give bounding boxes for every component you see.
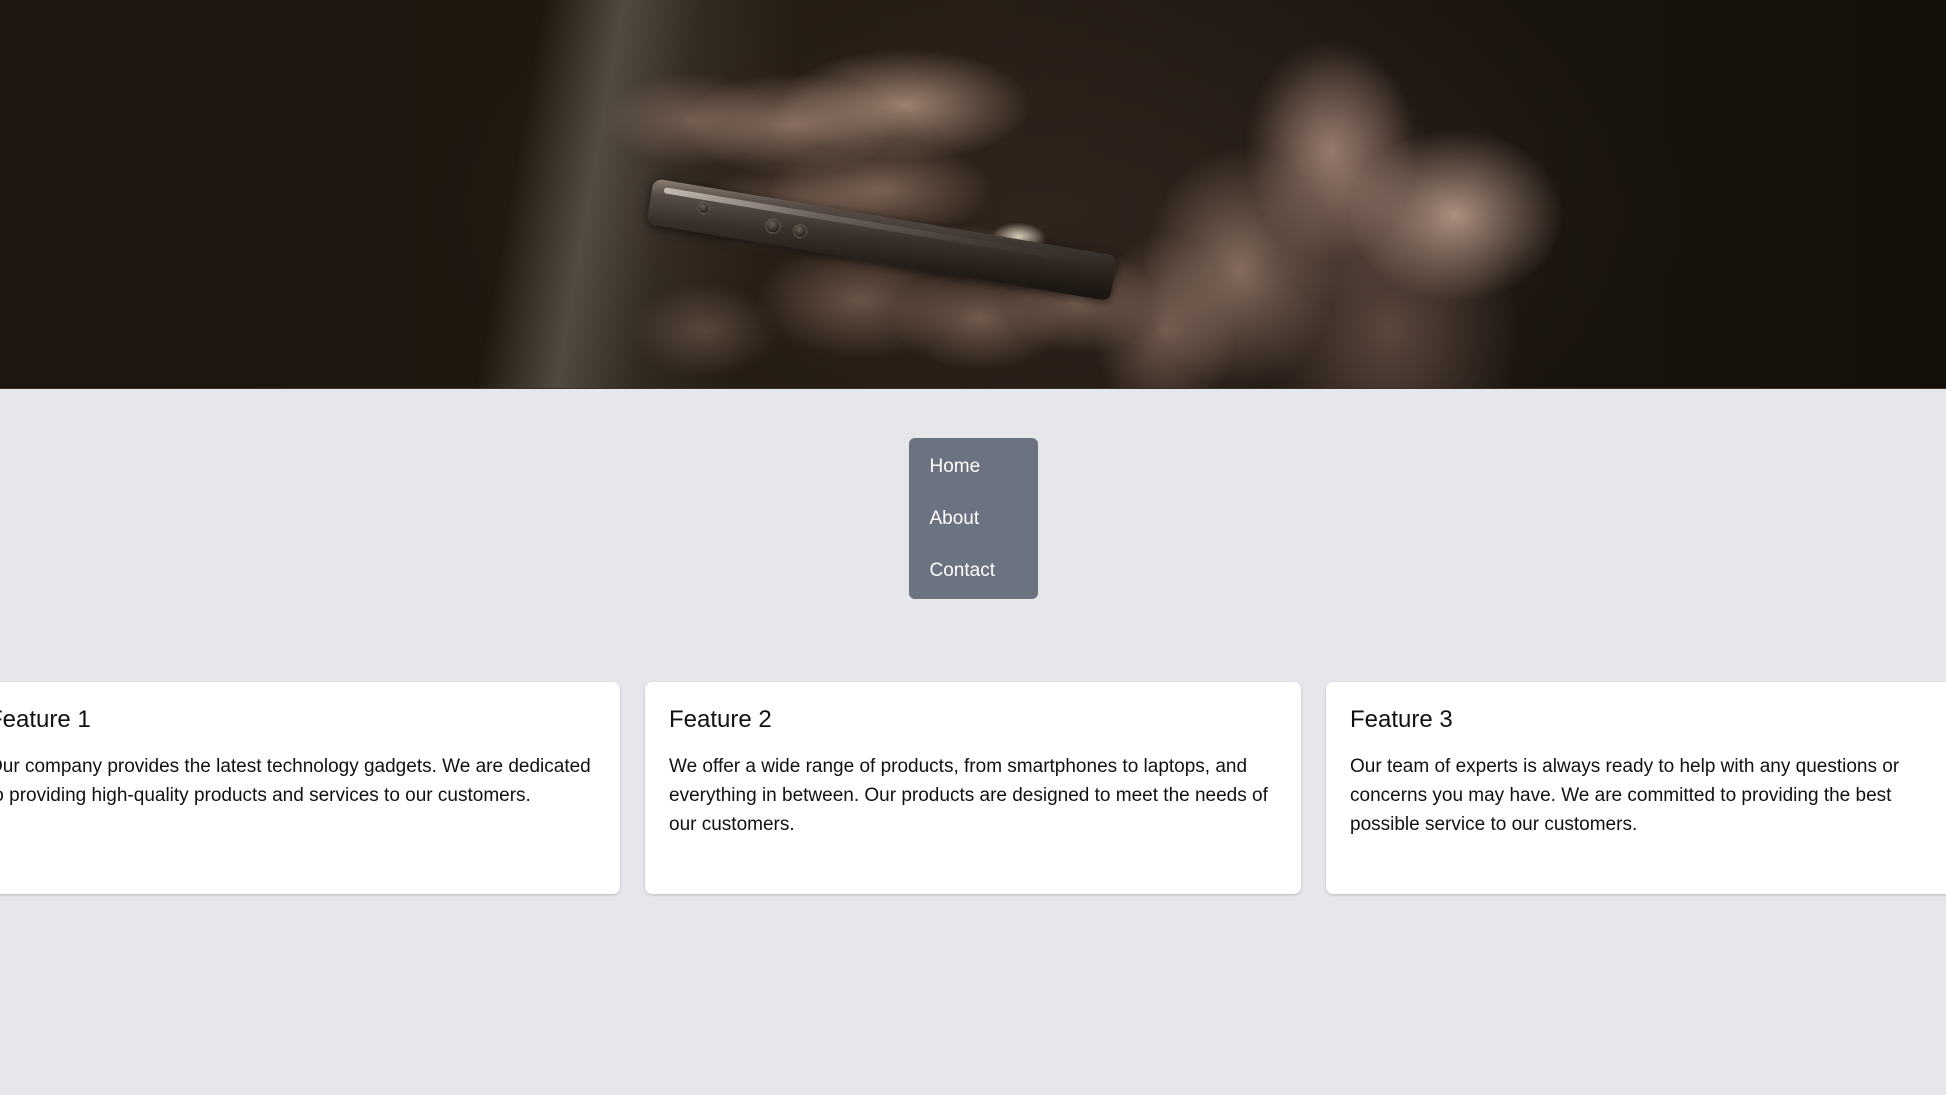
feature-card-body: We offer a wide range of products, from … xyxy=(669,755,1268,835)
phone-mic-port xyxy=(792,223,809,240)
feature-card-title: Feature 1 xyxy=(0,706,91,733)
feature-card[interactable]: Feature 1 Our company provides the lates… xyxy=(0,682,620,894)
feature-card-title: Feature 2 xyxy=(669,706,772,733)
nav-item-home[interactable]: Home xyxy=(930,457,1018,476)
phone-camera-port xyxy=(696,201,711,215)
features-grid: Feature 1 Our company provides the lates… xyxy=(0,682,1946,894)
feature-card[interactable]: Feature 2 We offer a wide range of produ… xyxy=(645,682,1301,894)
feature-card-body: Our team of experts is always ready to h… xyxy=(1350,755,1900,835)
navigation-section: Home About Contact xyxy=(0,389,1946,599)
feature-card-title: Feature 3 xyxy=(1350,706,1453,733)
feature-card-body: Our company provides the latest technolo… xyxy=(0,755,591,806)
feature-card[interactable]: Feature 3 Our team of experts is always … xyxy=(1326,682,1946,894)
nav-item-about[interactable]: About xyxy=(930,509,1018,528)
main-navigation: Home About Contact xyxy=(908,438,1038,599)
phone-speaker-port xyxy=(764,217,782,235)
hero-phone-in-hands-image xyxy=(0,0,1946,388)
nav-item-contact[interactable]: Contact xyxy=(930,561,1018,580)
hero-banner xyxy=(0,0,1946,389)
